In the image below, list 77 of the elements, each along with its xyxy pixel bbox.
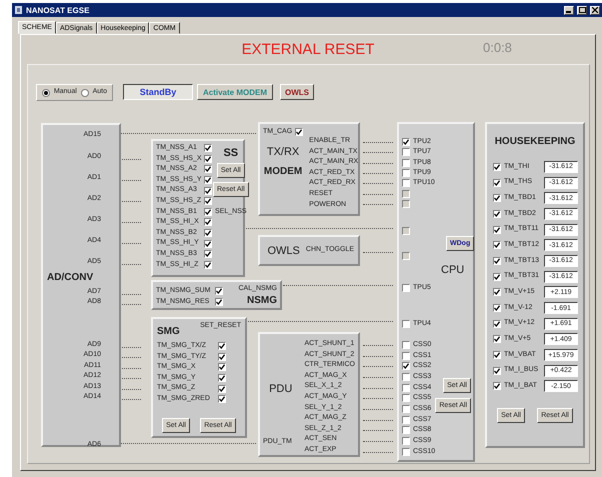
checkbox[interactable] — [493, 335, 501, 344]
checkbox[interactable] — [493, 272, 501, 281]
checkbox[interactable] — [493, 288, 501, 296]
checkbox[interactable] — [218, 384, 226, 393]
checkbox[interactable] — [402, 384, 410, 392]
checkbox[interactable] — [493, 256, 501, 265]
checkbox[interactable] — [493, 194, 501, 202]
maximize-icon — [578, 7, 586, 13]
checkbox[interactable] — [204, 186, 212, 195]
checkbox[interactable] — [493, 226, 501, 234]
checkbox[interactable] — [215, 298, 223, 306]
checkbox[interactable] — [204, 240, 212, 248]
checkbox[interactable] — [402, 426, 410, 434]
minimize-button[interactable] — [564, 6, 574, 14]
checkbox[interactable] — [402, 394, 410, 402]
radio-button[interactable] — [42, 88, 50, 96]
checkbox[interactable] — [493, 162, 501, 171]
checkbox[interactable] — [218, 363, 226, 372]
checkbox[interactable] — [402, 448, 410, 456]
timer: 0:0:8 — [483, 40, 512, 55]
checkbox[interactable] — [402, 416, 410, 424]
checkbox[interactable] — [493, 178, 501, 187]
checkbox[interactable] — [402, 320, 410, 328]
checkbox[interactable] — [402, 373, 410, 382]
checkbox[interactable] — [402, 138, 410, 146]
panel-title: NSMG — [247, 294, 277, 306]
panel-title: HOUSEKEEPING — [494, 136, 576, 147]
checkbox[interactable] — [402, 169, 410, 178]
checkbox[interactable] — [402, 148, 410, 156]
checkbox[interactable] — [204, 197, 212, 206]
panel-title: PDU — [268, 383, 294, 395]
checkbox[interactable] — [218, 395, 226, 404]
panel-title: OWLS — [267, 244, 300, 256]
checkbox[interactable] — [402, 352, 410, 360]
panel-title: SS — [223, 147, 238, 159]
checkbox[interactable] — [402, 437, 410, 446]
checkbox[interactable] — [493, 320, 501, 328]
close-button[interactable] — [590, 6, 600, 14]
checkbox[interactable] — [402, 362, 410, 370]
window-title: NANOSAT EGSE — [26, 6, 90, 14]
panel-title: TX/RX — [266, 146, 300, 158]
checkbox[interactable] — [402, 405, 410, 414]
checkbox[interactable] — [493, 210, 501, 218]
checkbox[interactable] — [493, 241, 501, 250]
checkbox[interactable] — [204, 144, 212, 152]
checkbox[interactable] — [295, 128, 304, 136]
checkbox[interactable] — [204, 154, 212, 163]
panel-subtitle: MODEM — [264, 166, 302, 177]
checkbox[interactable] — [493, 366, 501, 375]
close-icon — [592, 7, 598, 13]
panel-title: CPU — [441, 264, 464, 276]
checkbox[interactable] — [215, 287, 223, 296]
checkbox[interactable] — [204, 218, 212, 226]
checkbox[interactable] — [493, 351, 501, 360]
panel-title: SMG — [157, 326, 180, 337]
panel-title: AD/CONV — [47, 272, 94, 283]
checkbox[interactable] — [493, 382, 501, 390]
checkbox[interactable] — [402, 159, 410, 168]
checkbox[interactable] — [402, 179, 410, 188]
owls-button[interactable]: OWLS — [280, 84, 314, 100]
checkbox[interactable] — [493, 304, 501, 312]
checkbox[interactable] — [204, 165, 212, 174]
checkbox[interactable] — [204, 208, 212, 216]
checkbox[interactable] — [204, 229, 212, 238]
checkbox[interactable] — [218, 342, 226, 350]
checkbox[interactable] — [204, 176, 212, 184]
status-display: StandBy — [123, 84, 193, 100]
checkbox[interactable] — [402, 341, 410, 350]
checkbox[interactable] — [218, 352, 226, 361]
status-title: EXTERNAL RESET — [242, 41, 374, 58]
radio-button[interactable] — [80, 88, 89, 96]
app-icon — [14, 5, 23, 15]
maximize-button[interactable] — [577, 6, 587, 14]
checkbox[interactable] — [204, 250, 212, 258]
checkbox[interactable] — [402, 284, 410, 292]
checkbox[interactable] — [218, 374, 226, 382]
checkbox[interactable] — [204, 260, 212, 269]
